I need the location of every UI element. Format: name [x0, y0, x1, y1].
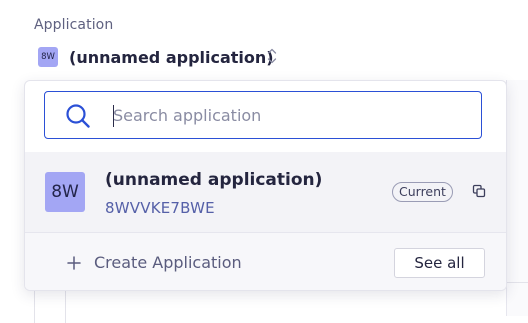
search-icon: [66, 104, 90, 128]
dropdown-footer: Create Application See all: [25, 233, 506, 290]
app-avatar: 8W: [45, 172, 85, 212]
selected-application-name: (unnamed application): [69, 47, 274, 67]
create-application-label: Create Application: [94, 253, 242, 272]
current-badge: Current: [392, 182, 453, 202]
copy-icon[interactable]: [472, 184, 486, 198]
text-cursor: [113, 105, 114, 127]
application-list-item[interactable]: 8W (unnamed application) 8WVVKE7BWE Curr…: [25, 152, 506, 232]
search-box: [44, 91, 482, 139]
application-dropdown: 8W (unnamed application) 8WVVKE7BWE Curr…: [24, 80, 507, 291]
app-avatar: 8W: [38, 47, 58, 67]
application-name: (unnamed application): [105, 170, 323, 190]
background-panel: [506, 80, 528, 316]
application-selector[interactable]: 8W (unnamed application): [38, 44, 274, 70]
plus-icon: [67, 255, 81, 270]
search-input[interactable]: [113, 101, 468, 129]
application-field-label: Application: [34, 17, 114, 33]
chevron-up-down-icon[interactable]: [266, 45, 278, 67]
see-all-button[interactable]: See all: [394, 248, 485, 278]
create-application-button[interactable]: Create Application: [67, 253, 242, 272]
application-id: 8WVVKE7BWE: [105, 199, 215, 217]
